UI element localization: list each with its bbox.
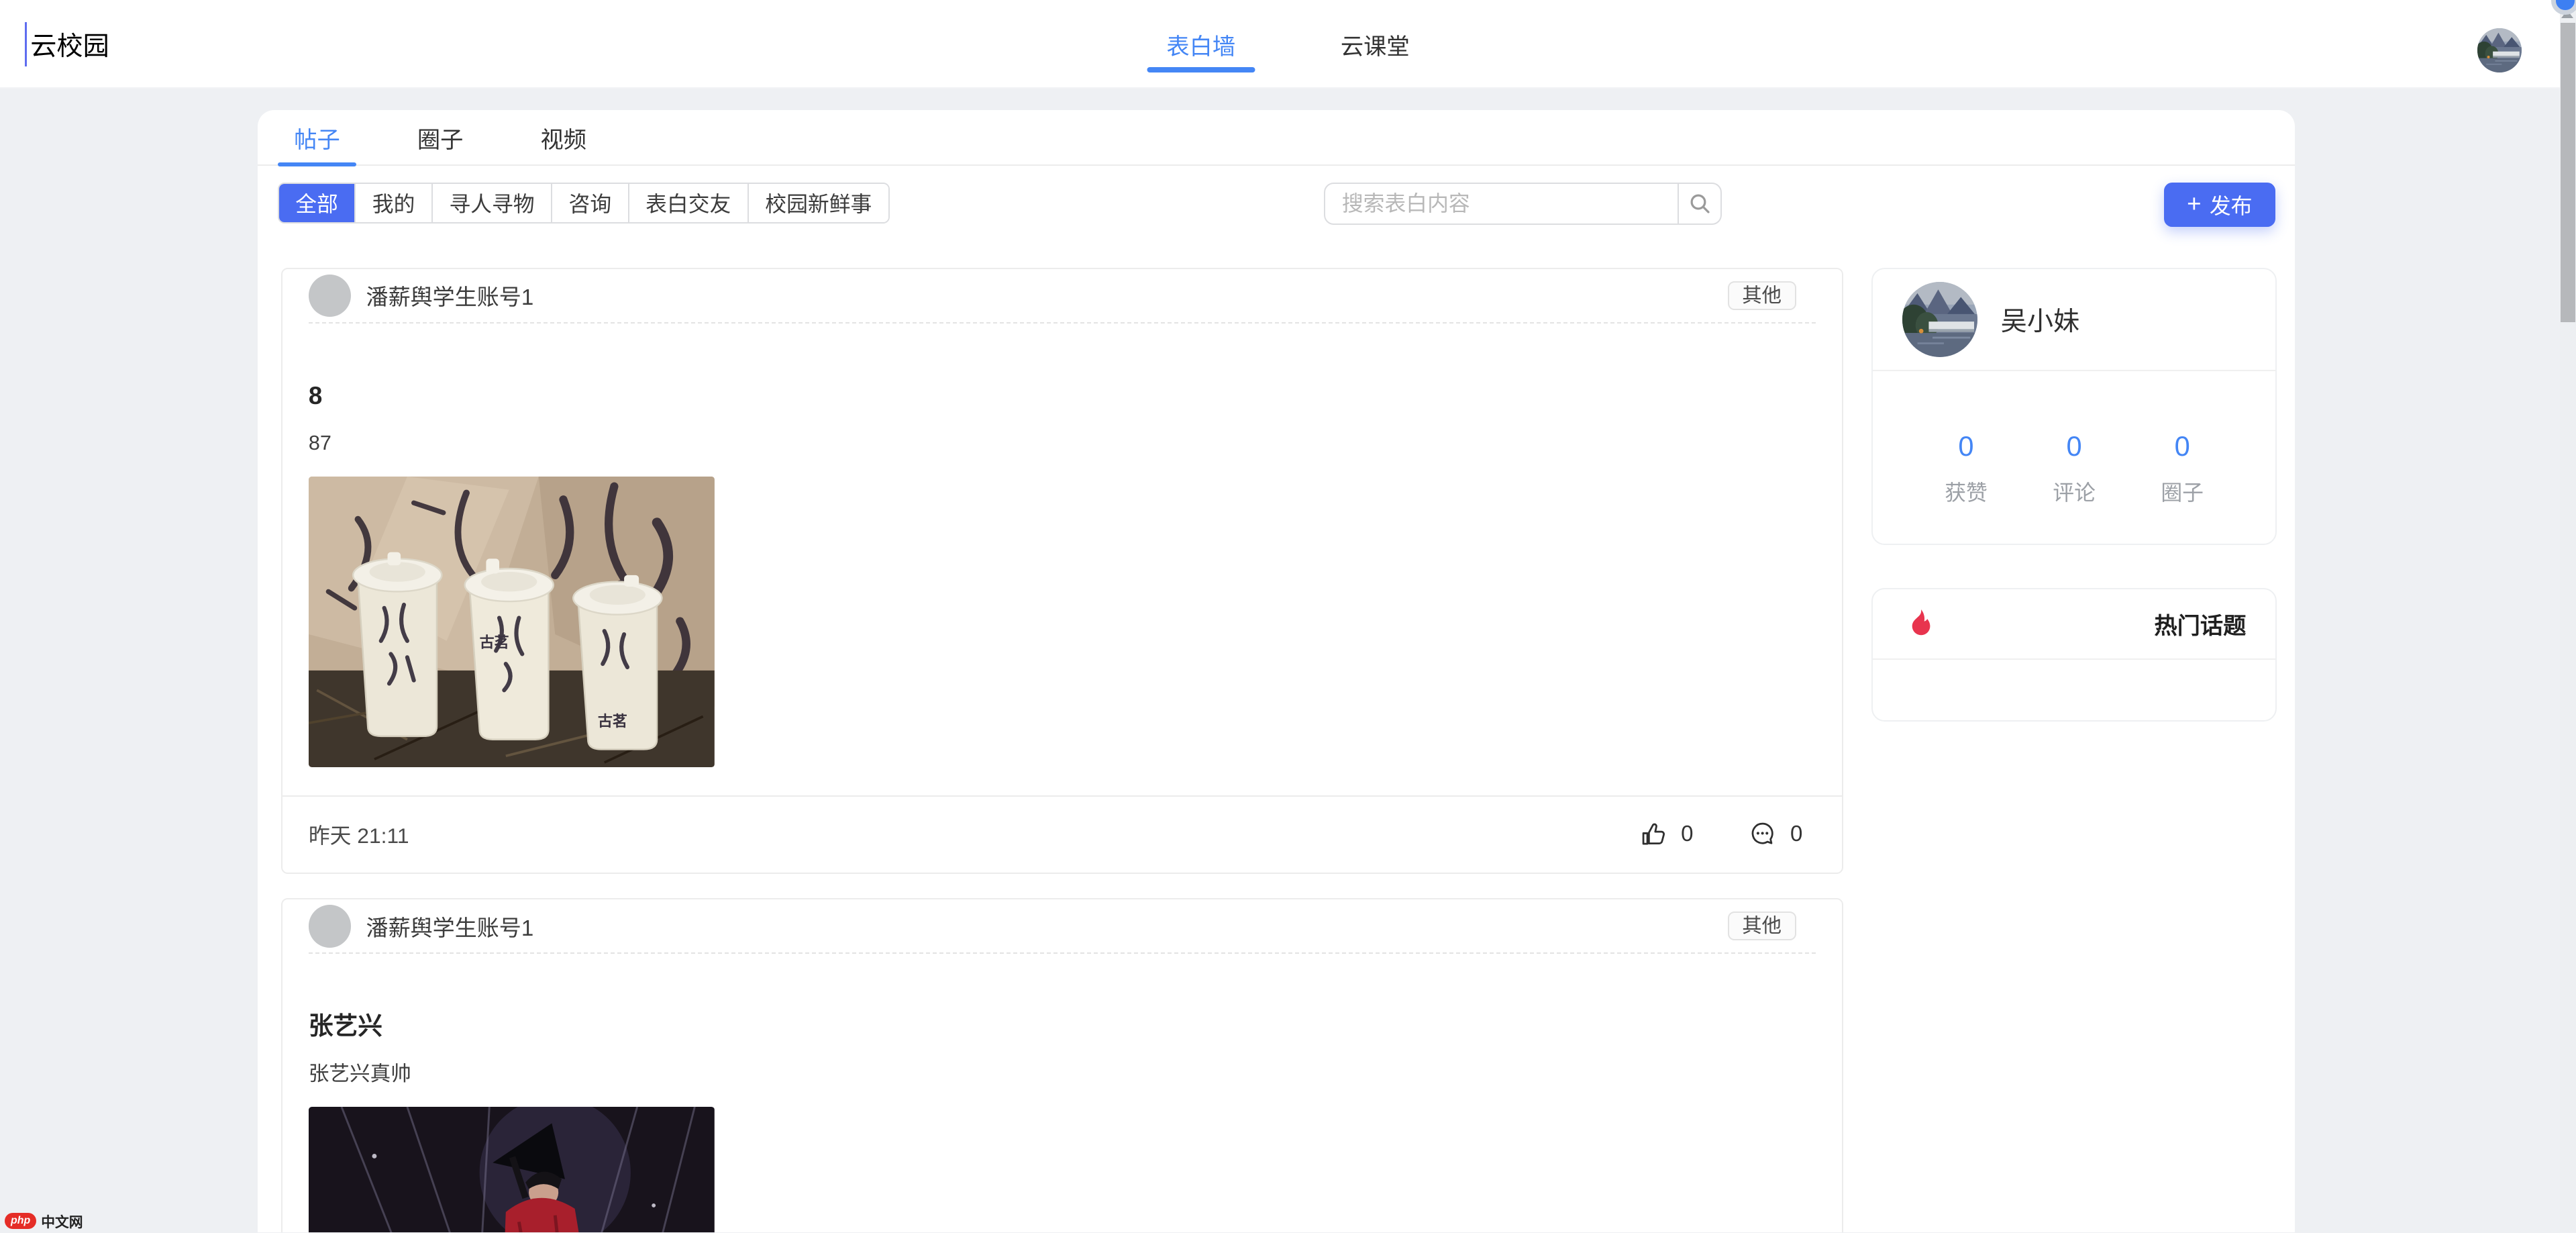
post-header: 潘薪舆学生账号1 其他 [308,899,1816,954]
post-category-tag: 其他 [1727,911,1796,941]
comment-bubble-icon [1751,823,1773,845]
post-image-concert-stage[interactable] [308,1106,715,1233]
user-avatar[interactable] [2477,28,2522,72]
stat-value: 0 [1958,430,1974,462]
post-image-milk-tea-cups[interactable]: 古茗 古茗 [308,476,715,767]
post-category-tag: 其他 [1727,281,1796,311]
post-title: 张艺兴 [308,1012,382,1040]
content-tabs: 帖子 圈子 视频 [258,110,2296,166]
tab-circles[interactable]: 圈子 [401,110,480,164]
nav-tab-label: 表白墙 [1166,34,1236,60]
profile-stats: 0 获赞 0 评论 0 圈子 [1873,371,2276,544]
comment-count: 0 [1790,822,1803,847]
stat-label: 圈子 [2161,480,2204,505]
hot-topics-card: 热门话题 [1871,587,2277,722]
publish-button[interactable]: + 发布 [2163,182,2276,227]
post-list: 潘薪舆学生账号1 其他 8 87 古茗 古茗 昨天 21:11 0 0 潘薪舆学… [280,268,1844,1233]
plus-icon: + [2187,190,2202,218]
tab-videos[interactable]: 视频 [524,110,603,164]
post-header: 潘薪舆学生账号1 其他 [308,269,1816,324]
nav-tab-cloud-classroom[interactable]: 云课堂 [1321,0,1429,89]
like-count: 0 [1681,822,1694,847]
scrollbar-thumb[interactable] [2560,23,2575,322]
toolbar: 全部 我的 寻人寻物 咨询 表白交友 校园新鲜事 + 发布 [277,182,2276,227]
tab-posts[interactable]: 帖子 [277,110,357,166]
svg-text:古茗: 古茗 [479,634,509,650]
stat-value: 0 [2066,430,2082,462]
profile-name: 吴小妹 [2000,307,2080,336]
tab-label: 圈子 [417,127,464,153]
filter-all[interactable]: 全部 [278,183,356,222]
flame-icon [1912,609,1930,636]
app-root: 云校园 表白墙 云课堂 帖子 圈子 视频 全部 我的 寻人寻物 咨询 表白交友 … [0,0,2576,1233]
stat-comments: 0 评论 [2053,430,2096,544]
watermark-site-name: 中文网 [41,1214,83,1230]
post-card[interactable]: 潘薪舆学生账号1 其他 8 87 古茗 古茗 昨天 21:11 0 0 [280,268,1844,874]
hot-topics-title: 热门话题 [2154,613,2247,640]
text-caret [24,22,28,67]
sidebar: 吴小妹 0 获赞 0 评论 0 圈子 热门话题 [1871,268,2277,722]
post-card[interactable]: 潘薪舆学生账号1 其他 张艺兴 张艺兴真帅 [280,898,1844,1233]
logo[interactable]: 云校园 [24,0,109,89]
app-header: 云校园 表白墙 云课堂 [0,0,2576,89]
hot-topics-header: 热门话题 [1872,589,2276,660]
filter-campus-news[interactable]: 校园新鲜事 [748,183,888,222]
thumbs-up-icon [1642,824,1665,845]
hot-topics-empty-body [1873,660,2276,721]
logo-text: 云校园 [30,32,109,62]
stat-value: 0 [2174,430,2190,462]
nav-tab-confession-wall[interactable]: 表白墙 [1147,0,1255,89]
like-action[interactable]: 0 [1640,821,1694,847]
page-scrollbar[interactable] [2559,0,2576,1233]
search-input[interactable] [1325,183,1678,224]
stat-label: 获赞 [1945,480,1988,505]
stat-circles: 0 圈子 [2161,430,2204,544]
main-panel: 帖子 圈子 视频 全部 我的 寻人寻物 咨询 表白交友 校园新鲜事 搜索表白内容… [258,110,2296,1233]
active-tab-underline [1147,67,1255,72]
post-author-name: 潘薪舆学生账号1 [366,285,534,311]
profile-card: 吴小妹 0 获赞 0 评论 0 圈子 [1871,268,2277,545]
filter-button-group: 全部 我的 寻人寻物 咨询 表白交友 校园新鲜事 [277,182,890,224]
php-badge: php [5,1212,36,1230]
landscape-avatar-image [1902,281,1978,358]
filter-confession-friends[interactable]: 表白交友 [629,183,749,222]
profile-header: 吴小妹 [1872,269,2276,371]
svg-text:古茗: 古茗 [598,713,627,730]
comment-action[interactable]: 0 [1749,821,1803,847]
post-body: 张艺兴真帅 [308,1062,411,1085]
post-actions: 0 0 [1640,821,1802,847]
top-nav: 表白墙 云课堂 [1147,0,1429,89]
post-footer: 昨天 21:11 0 0 [282,795,1843,873]
watermark: php 中文网 [5,1211,83,1231]
post-time: 昨天 21:11 [308,824,409,848]
post-author-avatar [308,904,352,948]
magnifier-icon [1690,194,1710,214]
filter-lost-and-found[interactable]: 寻人寻物 [432,183,553,222]
filter-mine[interactable]: 我的 [356,183,433,222]
nav-tab-label: 云课堂 [1340,34,1410,60]
profile-avatar[interactable] [1902,281,1978,358]
stat-likes: 0 获赞 [1945,430,1988,544]
post-author-name: 潘薪舆学生账号1 [366,916,534,941]
post-title: 8 [308,382,323,409]
search-box [1324,182,1722,226]
search-button[interactable] [1678,183,1720,224]
tab-label: 视频 [540,127,586,153]
tab-label: 帖子 [294,127,340,153]
active-tab-underline [277,162,357,166]
publish-label: 发布 [2209,193,2253,218]
post-author-avatar [308,274,352,317]
stat-label: 评论 [2053,480,2096,505]
post-body: 87 [308,432,331,455]
landscape-avatar-image [2477,28,2522,72]
filter-consult[interactable]: 咨询 [552,183,629,222]
